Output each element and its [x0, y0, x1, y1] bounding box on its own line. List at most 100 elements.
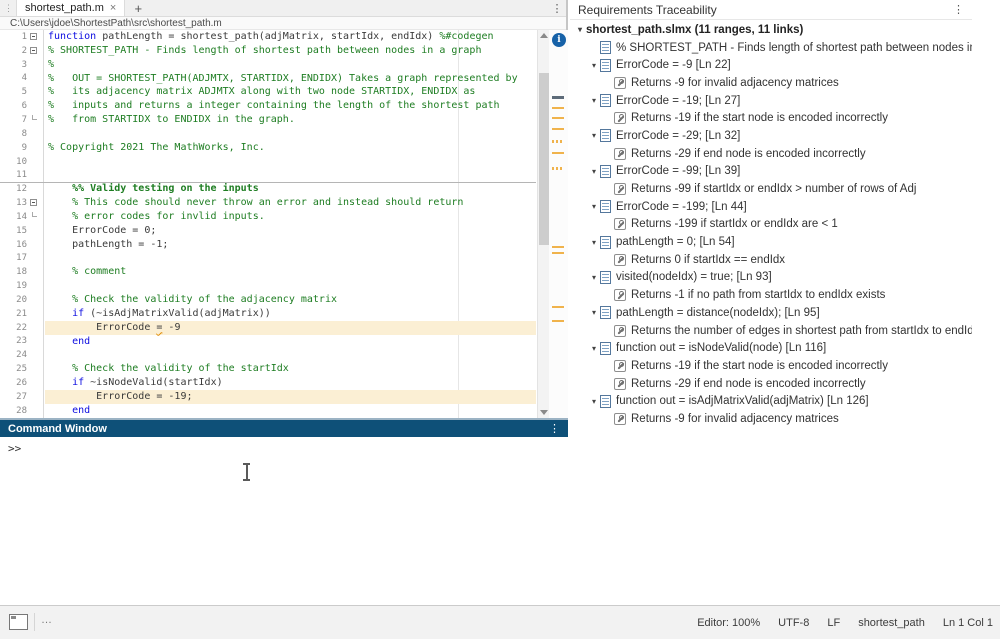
- collapse-icon[interactable]: ▾: [588, 238, 600, 247]
- collapse-icon[interactable]: ▾: [588, 202, 600, 211]
- code-line[interactable]: % error codes for invlid inputs.: [45, 210, 536, 224]
- indicator-marker-warn[interactable]: [552, 117, 564, 119]
- line-number[interactable]: 5: [0, 87, 27, 97]
- tree-range-item[interactable]: ▾function out = isAdjMatrixValid(adjMatr…: [570, 392, 972, 410]
- gutter-line[interactable]: 9: [0, 141, 43, 155]
- indicator-marker-warn[interactable]: [552, 252, 564, 254]
- code-line[interactable]: % This code should never throw an error …: [45, 196, 536, 210]
- fold-column[interactable]: [27, 390, 43, 404]
- line-number[interactable]: 13: [0, 198, 27, 208]
- line-number[interactable]: 19: [0, 281, 27, 291]
- line-number[interactable]: 9: [0, 143, 27, 153]
- line-number[interactable]: 11: [0, 170, 27, 180]
- layout-icon[interactable]: [9, 614, 28, 630]
- gutter-line[interactable]: 28: [0, 404, 43, 418]
- gutter-line[interactable]: 22: [0, 321, 43, 335]
- collapse-icon[interactable]: ▾: [588, 397, 600, 406]
- tree-link-item[interactable]: Returns -19 if the start node is encoded…: [570, 357, 972, 375]
- code-line[interactable]: % Check the validity of the adjacency ma…: [45, 293, 536, 307]
- indicator-marker-warn[interactable]: [552, 128, 564, 130]
- line-number[interactable]: 20: [0, 295, 27, 305]
- code-line[interactable]: function pathLength = shortest_path(adjM…: [45, 30, 536, 44]
- fold-column[interactable]: [27, 196, 43, 210]
- fold-column[interactable]: [27, 44, 43, 58]
- fold-column[interactable]: [27, 252, 43, 266]
- line-number[interactable]: 28: [0, 406, 27, 416]
- code-editor[interactable]: 1234567891011121314151617181920212223242…: [0, 30, 568, 418]
- tab-shortest-path[interactable]: shortest_path.m ×: [16, 0, 125, 16]
- tree-link-item[interactable]: Returns the number of edges in shortest …: [570, 322, 972, 340]
- line-number[interactable]: 12: [0, 184, 27, 194]
- gutter-line[interactable]: 1: [0, 30, 43, 44]
- gutter-line[interactable]: 6: [0, 99, 43, 113]
- fold-column[interactable]: [27, 376, 43, 390]
- code-line[interactable]: if (~isAdjMatrixValid(adjMatrix)): [45, 307, 536, 321]
- code-line[interactable]: [45, 168, 536, 182]
- indicator-marker-warn[interactable]: [552, 152, 564, 154]
- gutter-line[interactable]: 23: [0, 335, 43, 349]
- tab-bar-menu-icon[interactable]: ⋮: [548, 0, 566, 16]
- new-tab-button[interactable]: +: [125, 0, 151, 16]
- code-line[interactable]: % OUT = SHORTEST_PATH(ADJMTX, STARTIDX, …: [45, 72, 536, 86]
- tree-link-item[interactable]: Returns -19 if the start node is encoded…: [570, 109, 972, 127]
- gutter-line[interactable]: 14: [0, 210, 43, 224]
- line-number[interactable]: 24: [0, 350, 27, 360]
- gutter-line[interactable]: 26: [0, 376, 43, 390]
- gutter-line[interactable]: 7: [0, 113, 43, 127]
- gutter-line[interactable]: 21: [0, 307, 43, 321]
- tree-range-item[interactable]: ▾function out = isNodeValid(node) [Ln 11…: [570, 339, 972, 357]
- line-number[interactable]: 21: [0, 309, 27, 319]
- fold-column[interactable]: [27, 404, 43, 418]
- code-line[interactable]: %% Validy testing on the inputs: [45, 182, 536, 196]
- line-number[interactable]: 17: [0, 253, 27, 263]
- line-number[interactable]: 8: [0, 129, 27, 139]
- tree-root[interactable]: ▾shortest_path.slmx (11 ranges, 11 links…: [570, 21, 972, 39]
- line-number[interactable]: 6: [0, 101, 27, 111]
- gutter-line[interactable]: 24: [0, 348, 43, 362]
- gutter-line[interactable]: 20: [0, 293, 43, 307]
- indicator-marker-wavy[interactable]: [552, 140, 564, 143]
- line-number[interactable]: 16: [0, 240, 27, 250]
- fold-column[interactable]: [27, 99, 43, 113]
- tree-link-item[interactable]: Returns 0 if startIdx == endIdx: [570, 251, 972, 269]
- code-line[interactable]: % from STARTIDX to ENDIDX in the graph.: [45, 113, 536, 127]
- fold-column[interactable]: [27, 265, 43, 279]
- line-number[interactable]: 22: [0, 323, 27, 333]
- code-line[interactable]: % its adjacency matrix ADJMTX along with…: [45, 85, 536, 99]
- indicator-marker-wavy[interactable]: [552, 167, 564, 170]
- gutter-line[interactable]: 3: [0, 58, 43, 72]
- fold-column[interactable]: [27, 155, 43, 169]
- status-more-icon[interactable]: …: [41, 614, 54, 626]
- fold-column[interactable]: [27, 141, 43, 155]
- code-line[interactable]: [45, 348, 536, 362]
- fold-column[interactable]: [27, 168, 43, 182]
- collapse-icon[interactable]: ▾: [588, 308, 600, 317]
- editor-gutter[interactable]: 1234567891011121314151617181920212223242…: [0, 30, 44, 418]
- gutter-line[interactable]: 10: [0, 155, 43, 169]
- fold-column[interactable]: [27, 85, 43, 99]
- gutter-line[interactable]: 15: [0, 224, 43, 238]
- line-number[interactable]: 4: [0, 73, 27, 83]
- fold-end-icon[interactable]: [32, 115, 37, 120]
- fold-end-icon[interactable]: [32, 212, 37, 217]
- requirements-tree[interactable]: ▾shortest_path.slmx (11 ranges, 11 links…: [570, 21, 972, 605]
- line-number[interactable]: 26: [0, 378, 27, 388]
- code-line[interactable]: [45, 155, 536, 169]
- tab-close-icon[interactable]: ×: [110, 2, 116, 14]
- fold-column[interactable]: [27, 210, 43, 224]
- panel-drag-handle-icon[interactable]: ⋮: [0, 0, 16, 16]
- code-line[interactable]: % Check the validity of the startIdx: [45, 362, 536, 376]
- line-number[interactable]: 14: [0, 212, 27, 222]
- fold-column[interactable]: [27, 58, 43, 72]
- editor-vertical-scrollbar[interactable]: [537, 30, 549, 418]
- line-number[interactable]: 23: [0, 336, 27, 346]
- fold-column[interactable]: [27, 127, 43, 141]
- code-line[interactable]: pathLength = -1;: [45, 238, 536, 252]
- gutter-line[interactable]: 17: [0, 252, 43, 266]
- collapse-icon[interactable]: ▾: [588, 61, 600, 70]
- tree-link-item[interactable]: Returns -99 if startIdx or endIdx > numb…: [570, 180, 972, 198]
- gutter-line[interactable]: 12: [0, 182, 43, 196]
- collapse-icon[interactable]: ▾: [588, 273, 600, 282]
- gutter-line[interactable]: 8: [0, 127, 43, 141]
- code-line[interactable]: ErrorCode = -9: [45, 321, 536, 335]
